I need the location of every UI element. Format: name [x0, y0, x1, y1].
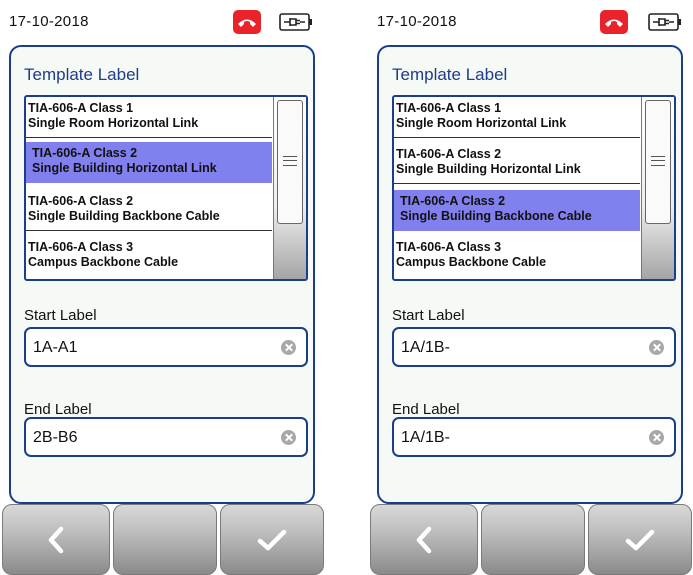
scroll-thumb[interactable]	[277, 100, 303, 224]
checkmark-icon	[625, 529, 655, 550]
end-label-value: 1A/1B-	[401, 429, 450, 446]
end-label-heading: End Label	[392, 401, 460, 418]
phone-hangup-icon[interactable]	[600, 10, 628, 34]
confirm-button[interactable]	[220, 504, 324, 575]
start-label-heading: Start Label	[24, 307, 97, 324]
grip-icon	[651, 156, 665, 166]
status-bar: 17-10-2018	[368, 0, 693, 44]
list-item[interactable]: TIA-606-A Class 3 Campus Backbone Cable	[26, 236, 272, 277]
start-label-heading: Start Label	[392, 307, 465, 324]
list-item[interactable]: TIA-606-A Class 1 Single Room Horizontal …	[26, 97, 272, 138]
date-display: 17-10-2018	[377, 13, 457, 30]
list-item[interactable]: TIA-606-A Class 2 Single Building Horizon…	[394, 143, 640, 184]
clear-icon[interactable]	[281, 340, 296, 355]
template-list[interactable]: TIA-606-A Class 1 Single Room Horizontal …	[392, 95, 676, 281]
back-icon	[48, 526, 64, 553]
back-button[interactable]	[370, 504, 478, 575]
phone-hangup-icon[interactable]	[233, 10, 261, 34]
status-bar: 17-10-2018	[0, 0, 325, 44]
scrollbar[interactable]	[641, 97, 674, 279]
start-label-field[interactable]: 1A/1B-	[392, 327, 676, 367]
checkmark-icon	[257, 529, 287, 550]
battery-plug-icon	[279, 13, 312, 31]
end-label-value: 2B-B6	[33, 429, 78, 446]
start-label-field[interactable]: 1A-A1	[24, 327, 308, 367]
back-icon	[416, 526, 432, 553]
clear-icon[interactable]	[281, 430, 296, 445]
start-label-value: 1A/1B-	[401, 339, 450, 356]
template-panel: Template Label TIA-606-A Class 1 Single R…	[9, 45, 315, 504]
back-button[interactable]	[2, 504, 110, 575]
template-panel: Template Label TIA-606-A Class 1 Single R…	[377, 45, 683, 504]
template-list[interactable]: TIA-606-A Class 1 Single Room Horizontal …	[24, 95, 308, 281]
bottom-nav	[368, 504, 693, 575]
screen-right: 17-10-2018 Template Label TIA-606-A Clas…	[368, 0, 693, 575]
date-display: 17-10-2018	[9, 13, 89, 30]
blank-button[interactable]	[113, 504, 217, 575]
list-item[interactable]: TIA-606-A Class 3 Campus Backbone Cable	[394, 236, 640, 277]
battery-plug-icon	[648, 13, 681, 31]
end-label-heading: End Label	[24, 401, 92, 418]
end-label-field[interactable]: 1A/1B-	[392, 417, 676, 457]
clear-icon[interactable]	[649, 340, 664, 355]
scroll-thumb[interactable]	[645, 100, 671, 224]
list-item[interactable]: TIA-606-A Class 1 Single Room Horizontal …	[394, 97, 640, 138]
blank-button[interactable]	[481, 504, 585, 575]
bottom-nav	[0, 504, 325, 575]
scrollbar[interactable]	[273, 97, 306, 279]
grip-icon	[283, 156, 297, 166]
screen-left: 17-10-2018 Template Label TIA-606-A Clas…	[0, 0, 325, 575]
list-item-selected[interactable]: TIA-606-A Class 2 Single Building Backbon…	[394, 190, 640, 231]
start-label-value: 1A-A1	[33, 339, 78, 356]
list-item-selected[interactable]: TIA-606-A Class 2 Single Building Horizon…	[26, 142, 272, 183]
end-label-field[interactable]: 2B-B6	[24, 417, 308, 457]
list-item[interactable]: TIA-606-A Class 2 Single Building Backbon…	[26, 190, 272, 231]
confirm-button[interactable]	[588, 504, 692, 575]
clear-icon[interactable]	[649, 430, 664, 445]
panel-title: Template Label	[24, 65, 140, 84]
panel-title: Template Label	[392, 65, 508, 84]
